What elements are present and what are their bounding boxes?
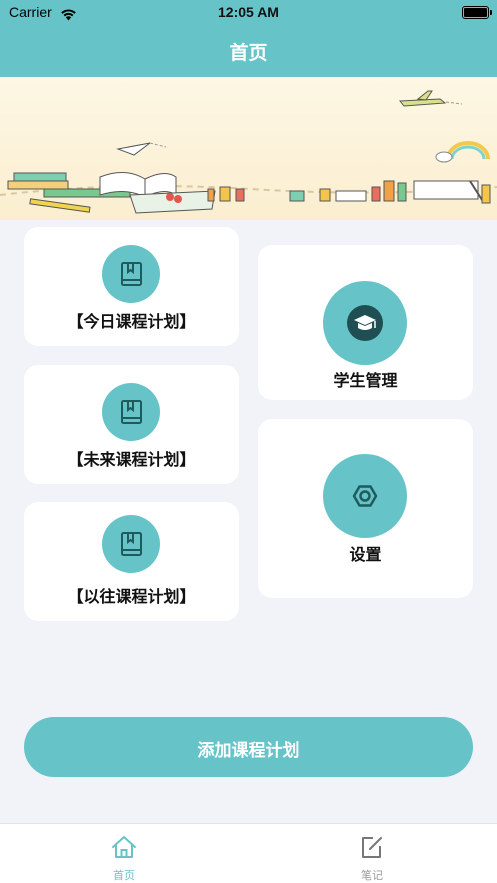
tab-notes-label: 笔记 <box>361 869 383 882</box>
home-icon <box>112 836 136 858</box>
tab-home[interactable]: 首页 <box>0 824 248 883</box>
settings-card[interactable]: 设置 <box>258 419 473 598</box>
settings-label: 设置 <box>349 545 382 564</box>
book-icon <box>102 515 160 573</box>
today-plan-label: 【今日课程计划】 <box>67 312 196 331</box>
past-plan-card[interactable]: 【以往课程计划】 <box>24 502 239 621</box>
book-icon <box>102 245 160 303</box>
navigation-bar: 首页 <box>0 26 497 77</box>
add-course-plan-label: 添加课程计划 <box>197 741 300 761</box>
status-bar: Carrier 12:05 AM <box>0 0 497 26</box>
status-time: 12:05 AM <box>218 4 279 20</box>
battery-icon <box>462 6 492 19</box>
tab-home-label: 首页 <box>113 869 135 882</box>
page-title: 首页 <box>229 42 268 64</box>
book-icon <box>102 383 160 441</box>
tab-bar: 首页 笔记 <box>0 823 497 883</box>
tab-notes[interactable]: 笔记 <box>248 824 496 883</box>
student-management-card[interactable]: 学生管理 <box>258 245 473 400</box>
student-management-label: 学生管理 <box>333 371 398 390</box>
add-course-plan-button[interactable]: 添加课程计划 <box>24 717 473 777</box>
hexagon-nut-icon <box>323 454 407 538</box>
banner-illustration <box>0 77 497 220</box>
airplane-icon <box>398 90 463 107</box>
today-plan-card[interactable]: 【今日课程计划】 <box>24 227 239 346</box>
future-plan-label: 【未来课程计划】 <box>67 450 196 469</box>
past-plan-label: 【以往课程计划】 <box>67 587 196 606</box>
graduation-cap-icon <box>323 281 407 365</box>
future-plan-card[interactable]: 【未来课程计划】 <box>24 365 239 484</box>
edit-icon <box>362 837 382 858</box>
